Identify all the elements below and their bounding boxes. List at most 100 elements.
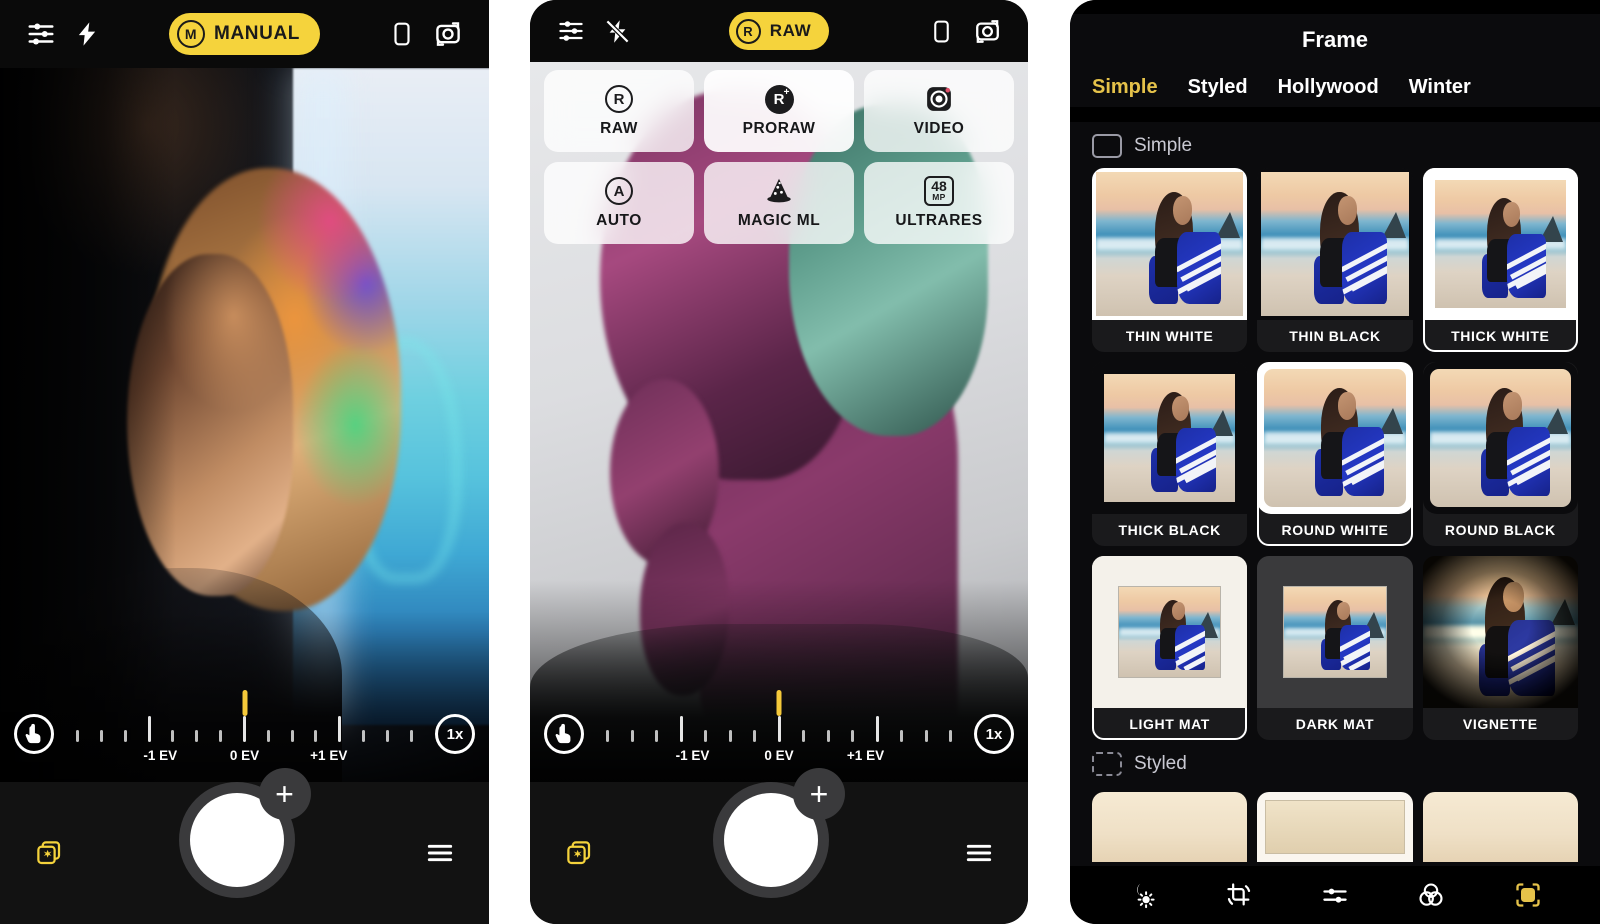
mode-cell-label: PRORAW bbox=[742, 120, 816, 137]
status-bar bbox=[1070, 0, 1600, 14]
tab-winter[interactable]: Winter bbox=[1409, 76, 1471, 99]
mode-badge: R bbox=[735, 18, 761, 44]
frame-thumbnail bbox=[1422, 168, 1578, 320]
proraw-icon: R + bbox=[764, 84, 794, 114]
frame-label: THICK BLACK bbox=[1118, 522, 1221, 538]
frame-list-scroll[interactable]: Simple THIN WHITE THIN BLACK THICK WHITE… bbox=[1070, 122, 1600, 866]
section-header-styled: Styled bbox=[1070, 740, 1600, 786]
panel2-topbar: R RAW bbox=[530, 0, 1028, 62]
exposure-moon-sun-icon[interactable] bbox=[1120, 875, 1164, 915]
portrait-aspect-icon[interactable] bbox=[918, 8, 964, 54]
screenshot-stage: M MANUAL -1 EV 0 EV +1 EV 1x + R RAW R R… bbox=[0, 0, 1600, 924]
flip-camera-icon[interactable] bbox=[964, 8, 1010, 54]
mode-cell-raw[interactable]: R RAW bbox=[544, 70, 694, 152]
sliders-icon[interactable] bbox=[548, 8, 594, 54]
flash-on-icon[interactable] bbox=[64, 11, 110, 57]
frame-thumbnail bbox=[1422, 556, 1578, 708]
mode-cell-proraw[interactable]: R + PRORAW bbox=[704, 70, 854, 152]
mode-cell-label: VIDEO bbox=[913, 120, 965, 137]
frame-card-thick-white[interactable]: THICK WHITE bbox=[1422, 168, 1578, 352]
frame-card-vignette[interactable]: VIGNETTE bbox=[1422, 556, 1578, 740]
mode-pill-raw[interactable]: R RAW bbox=[728, 12, 830, 50]
megapixel-unit: MP bbox=[932, 192, 946, 203]
frame-label: DARK MAT bbox=[1295, 716, 1375, 732]
frame-label: VIGNETTE bbox=[1462, 716, 1538, 732]
section-title: Simple bbox=[1134, 135, 1193, 156]
frame-card-round-black[interactable]: ROUND BLACK bbox=[1422, 362, 1578, 546]
frame-card-thick-black[interactable]: THICK BLACK bbox=[1092, 362, 1248, 546]
crop-rotate-icon[interactable] bbox=[1217, 875, 1261, 915]
mode-pill-manual[interactable]: M MANUAL bbox=[169, 13, 320, 55]
frame-card-thin-black[interactable]: THIN BLACK bbox=[1257, 168, 1413, 352]
add-shot-button[interactable]: + bbox=[258, 768, 311, 820]
color-circles-icon[interactable] bbox=[1409, 875, 1453, 915]
frame-thumbnail bbox=[1257, 168, 1413, 320]
styled-frames-row bbox=[1070, 786, 1600, 862]
mode-cell-label: MAGIC ML bbox=[737, 212, 821, 229]
flash-off-icon[interactable] bbox=[594, 8, 640, 54]
frame-label: THIN WHITE bbox=[1125, 328, 1214, 344]
styled-frame-card[interactable] bbox=[1422, 792, 1578, 862]
adjust-sliders-icon[interactable] bbox=[1313, 875, 1357, 915]
editor-bottom-toolbar bbox=[1070, 866, 1600, 924]
frame-card-round-white[interactable]: ROUND WHITE bbox=[1257, 362, 1413, 546]
hamburger-menu-icon[interactable] bbox=[956, 830, 1002, 876]
mode-badge: M bbox=[177, 20, 206, 48]
megapixel-badge: 48 MP bbox=[924, 176, 954, 206]
shutter-control[interactable]: + bbox=[713, 768, 845, 900]
frame-card-light-mat[interactable]: LIGHT MAT bbox=[1092, 556, 1248, 740]
frame-card-thin-white[interactable]: THIN WHITE bbox=[1092, 168, 1248, 352]
frame-thumbnail bbox=[1092, 556, 1248, 708]
add-shot-button[interactable]: + bbox=[793, 768, 845, 820]
mode-label: MANUAL bbox=[214, 23, 300, 44]
frame-dashed-icon bbox=[1092, 752, 1122, 776]
mode-cell-label: ULTRARES bbox=[895, 212, 983, 229]
video-camera-icon bbox=[924, 84, 954, 114]
megapixel-icon: 48 MP bbox=[924, 176, 954, 206]
camera-panel-raw: R RAW R RAW R + PRORAW VIDEO A AUTO MAGI… bbox=[530, 0, 1028, 924]
mode-cell-video[interactable]: VIDEO bbox=[864, 70, 1014, 152]
mode-cell-ultrares[interactable]: 48 MP ULTRARES bbox=[864, 162, 1014, 244]
mode-label: RAW bbox=[769, 21, 812, 40]
tab-simple[interactable]: Simple bbox=[1092, 76, 1158, 99]
camera-panel-manual: M MANUAL -1 EV 0 EV +1 EV 1x + bbox=[0, 0, 489, 924]
frame-picker-panel: Frame Simple Styled Hollywood Winter Sim… bbox=[1070, 0, 1600, 924]
page-title: Frame bbox=[1070, 14, 1600, 66]
frame-square-icon bbox=[1092, 134, 1122, 158]
mode-cell-label: RAW bbox=[600, 120, 638, 137]
tab-styled[interactable]: Styled bbox=[1188, 76, 1248, 99]
panel2-viewfinder[interactable]: R RAW R + PRORAW VIDEO A AUTO MAGIC ML 4… bbox=[530, 62, 1028, 782]
gallery-stack-icon[interactable] bbox=[26, 830, 72, 876]
capture-mode-grid: R RAW R + PRORAW VIDEO A AUTO MAGIC ML 4… bbox=[544, 70, 1014, 244]
megapixel-value: 48 bbox=[931, 178, 947, 195]
panel2-shutter-bar: + bbox=[530, 768, 1028, 924]
frame-label: ROUND WHITE bbox=[1281, 522, 1389, 538]
frame-thumbnail bbox=[1257, 556, 1413, 708]
frame-corners-icon[interactable] bbox=[1506, 875, 1550, 915]
shutter-control[interactable]: + bbox=[178, 768, 311, 900]
gallery-stack-icon[interactable] bbox=[556, 830, 602, 876]
raw-ring-icon: R bbox=[605, 84, 633, 114]
mode-cell-magic-ml[interactable]: MAGIC ML bbox=[704, 162, 854, 244]
section-header-simple: Simple bbox=[1070, 122, 1600, 168]
sliders-icon[interactable] bbox=[18, 11, 64, 57]
frame-label: THICK WHITE bbox=[1451, 328, 1550, 344]
portrait-aspect-icon[interactable] bbox=[379, 11, 425, 57]
hamburger-menu-icon[interactable] bbox=[417, 830, 463, 876]
section-title: Styled bbox=[1134, 753, 1187, 774]
panel1-viewfinder[interactable] bbox=[0, 68, 489, 782]
styled-frame-card[interactable] bbox=[1092, 792, 1248, 862]
frame-card-dark-mat[interactable]: DARK MAT bbox=[1257, 556, 1413, 740]
auto-ring-icon: A bbox=[605, 176, 633, 206]
flip-camera-icon[interactable] bbox=[425, 11, 471, 57]
mode-cell-auto[interactable]: A AUTO bbox=[544, 162, 694, 244]
tab-hollywood[interactable]: Hollywood bbox=[1278, 76, 1379, 99]
styled-frame-card[interactable] bbox=[1257, 792, 1413, 862]
panel1-shutter-bar: + bbox=[0, 768, 489, 924]
frame-category-tabs: Simple Styled Hollywood Winter bbox=[1070, 66, 1600, 107]
frame-thumbnail bbox=[1092, 362, 1248, 514]
frame-thumbnail bbox=[1257, 362, 1413, 514]
frame-label: THIN BLACK bbox=[1289, 328, 1381, 344]
proraw-badge: R + bbox=[764, 84, 794, 114]
auto-ring-badge: A bbox=[605, 177, 633, 205]
